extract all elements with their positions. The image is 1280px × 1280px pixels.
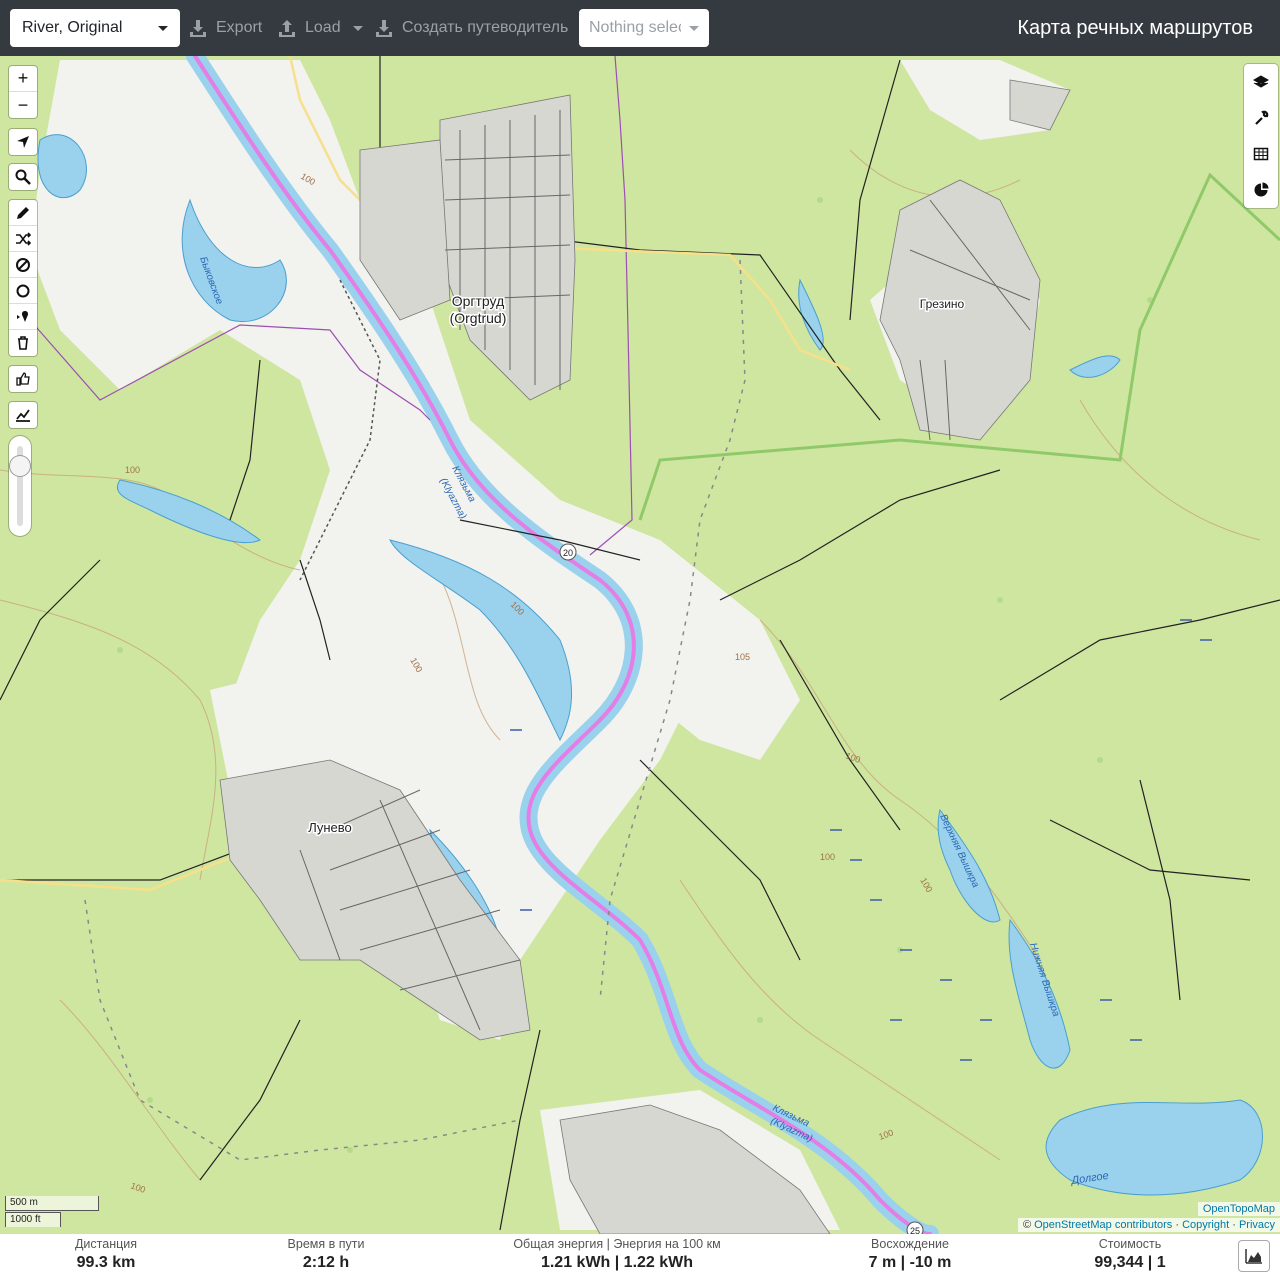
stat-cost-value: 99,344 | 1 [1094, 1254, 1166, 1271]
stat-ascent-label: Восхождение [871, 1237, 949, 1251]
stat-distance-value: 99.3 km [76, 1254, 136, 1271]
attribution-sep: · [1229, 1219, 1239, 1231]
svg-text:20: 20 [563, 548, 573, 558]
thumb-button[interactable] [9, 366, 37, 392]
road-shield-20: 20 [559, 543, 577, 561]
road-shield-25: 25 [906, 1221, 924, 1234]
elevation-control [9, 402, 37, 428]
shuffle-icon [16, 231, 31, 246]
locate-button[interactable] [9, 129, 37, 155]
load-label: Load [305, 19, 341, 36]
pie-chart-icon [1254, 182, 1269, 197]
reverse-route-button[interactable] [9, 226, 37, 252]
zoom-control: + − [9, 66, 37, 118]
elevation-icon [16, 409, 30, 422]
top-navbar: River, Original Export Load Создать путе… [0, 0, 1280, 56]
load-button[interactable]: Load [277, 9, 363, 47]
contour-label: 105 [735, 652, 750, 662]
selection-dropdown[interactable]: Nothing selected [579, 9, 709, 47]
tile-attribution: OpenTopoMap [1197, 1202, 1280, 1216]
app-title: Карта речных маршрутов [1017, 17, 1253, 39]
no-go-area-button[interactable] [9, 252, 37, 278]
chevron-down-icon [689, 25, 699, 31]
thumb-icon [16, 372, 30, 386]
stat-time-value: 2:12 h [302, 1254, 350, 1271]
elevation-button[interactable] [9, 402, 37, 428]
label-orgtrud: Оргтруд [452, 293, 505, 309]
scale-imperial: 1000 ft [5, 1212, 61, 1227]
layers-icon [1253, 75, 1269, 88]
poi-icon [17, 310, 29, 322]
create-guide-button[interactable]: Создать путеводитель [374, 9, 568, 47]
chevron-down-icon [158, 25, 168, 31]
map-attribution: © OpenStreetMap contributors · Copyright… [1017, 1218, 1280, 1232]
attribution-sep: · [1172, 1219, 1183, 1231]
create-guide-label: Создать путеводитель [402, 19, 569, 36]
stat-time-label: Время в пути [287, 1237, 365, 1251]
privacy-link[interactable]: Privacy [1239, 1219, 1275, 1231]
scale-metric: 500 m [5, 1196, 99, 1211]
settings-button[interactable] [1244, 100, 1278, 136]
label-lunevo: Лунево [308, 820, 352, 835]
label-grezino: Грезино [920, 297, 965, 311]
stat-energy-label: Общая энергия | Энергия на 100 км [513, 1237, 721, 1251]
profile-select-value: River, Original [22, 19, 123, 36]
opentopomap-link[interactable]: OpenTopoMap [1203, 1203, 1275, 1215]
trash-icon [18, 336, 28, 350]
copyright-link[interactable]: Copyright [1182, 1219, 1229, 1231]
area-chart-icon [1245, 1249, 1262, 1264]
map-canvas[interactable]: 20 25 100 100 100 100 100 100 105 100 10… [0, 56, 1280, 1234]
selection-dropdown-value: Nothing selected [589, 19, 681, 36]
export-label: Export [216, 19, 263, 36]
opacity-slider[interactable] [9, 436, 31, 536]
draw-route-button[interactable] [9, 200, 37, 226]
elevation-chart-button[interactable] [1238, 1240, 1270, 1272]
analysis-button[interactable] [1244, 172, 1278, 208]
stat-ascent: Восхождение 7 m | -10 m [850, 1234, 970, 1272]
search-button[interactable] [9, 164, 37, 190]
download-icon [190, 20, 206, 37]
wrench-icon [1255, 110, 1269, 125]
export-button[interactable]: Export [188, 9, 262, 47]
stat-energy: Общая энергия | Энергия на 100 км 1.21 k… [497, 1234, 737, 1272]
contour-label: 100 [820, 852, 835, 862]
layers-button[interactable] [1244, 64, 1278, 100]
no-entry-icon [16, 257, 30, 272]
draw-icon [17, 206, 29, 219]
zoom-in-button[interactable]: + [9, 66, 37, 92]
locate-control [9, 129, 37, 155]
right-toolbar [1244, 64, 1278, 208]
delete-route-button[interactable] [9, 330, 37, 356]
stat-energy-value: 1.21 kWh | 1.22 kWh [540, 1254, 694, 1271]
download-icon [376, 20, 392, 37]
poi-button[interactable] [9, 304, 37, 330]
profile-select[interactable]: River, Original [10, 9, 180, 47]
circle-area-button[interactable] [9, 278, 37, 304]
route-stats-bar: Дистанция 99.3 km Время в пути 2:12 h Об… [0, 1234, 1280, 1280]
stat-cost-label: Стоимость [1098, 1237, 1162, 1251]
search-icon [15, 169, 31, 185]
contour-label: 100 [125, 465, 140, 475]
table-icon [1253, 147, 1269, 161]
circle-icon [16, 284, 30, 297]
svg-text:25: 25 [910, 1226, 920, 1234]
slider-knob[interactable] [10, 456, 30, 476]
stat-ascent-value: 7 m | -10 m [868, 1254, 952, 1271]
draw-toolbar [9, 200, 37, 356]
topo-map[interactable]: 20 25 100 100 100 100 100 100 105 100 10… [0, 56, 1280, 1234]
table-button[interactable] [1244, 136, 1278, 172]
search-control [9, 164, 37, 190]
label-orgtrud-latin: (Orgtrud) [450, 310, 507, 326]
locate-icon [17, 136, 29, 148]
stat-cost: Стоимость 99,344 | 1 [1070, 1234, 1190, 1272]
feedback-control [9, 366, 37, 392]
stat-distance: Дистанция 99.3 km [56, 1234, 156, 1272]
attribution-prefix: © [1022, 1219, 1035, 1231]
zoom-out-button[interactable]: − [9, 92, 37, 118]
stat-time: Время в пути 2:12 h [266, 1234, 386, 1272]
chevron-down-icon [352, 25, 363, 31]
stat-distance-label: Дистанция [74, 1237, 138, 1251]
upload-icon [279, 20, 295, 37]
osm-link[interactable]: OpenStreetMap contributors [1034, 1219, 1172, 1231]
